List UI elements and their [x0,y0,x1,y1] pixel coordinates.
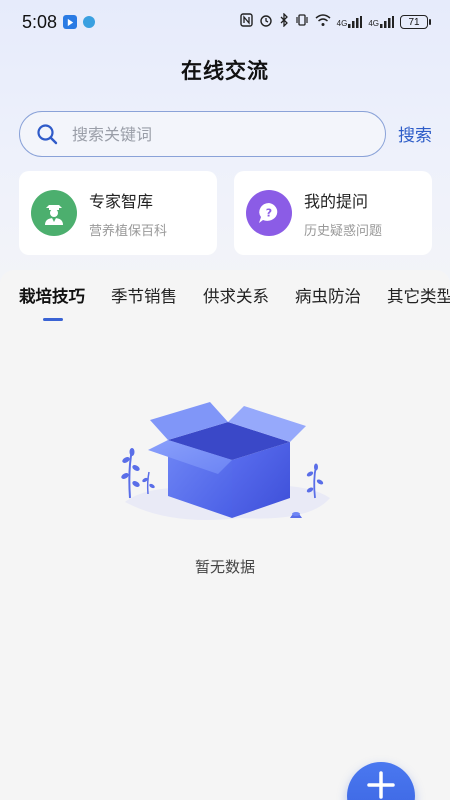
svg-text:?: ? [266,207,272,220]
tab-label: 供求关系 [203,287,269,306]
signal-label-1: 4G [336,19,348,28]
plus-icon [366,770,396,800]
vibrate-icon [295,13,309,31]
tab-label: 其它类型 [387,287,450,306]
tab-cultivation-tips[interactable]: 栽培技巧 [0,283,92,321]
nfc-icon [239,13,253,31]
empty-box-icon [110,390,340,530]
status-time: 5:08 [22,11,58,32]
empty-state-text: 暂无数据 [194,558,255,576]
card-title: 专家智库 [89,191,154,211]
content-panel [0,270,450,800]
status-bar: 5:08 4G 4G 71 [0,0,450,44]
card-subtitle: 营养植保百科 [89,223,168,239]
browser-notification-icon [83,16,96,28]
bluetooth-icon [279,12,289,31]
tab-label: 栽培技巧 [19,287,85,306]
question-chat-icon: ? [246,190,292,236]
category-tabs: 栽培技巧 季节销售 供求关系 病虫防治 其它类型 [0,283,450,323]
tab-label: 季节销售 [111,287,177,306]
page-title: 在线交流 [181,59,269,83]
tab-active-indicator [43,318,63,321]
expert-library-card[interactable]: 专家智库 营养植保百科 [19,171,217,255]
search-box[interactable] [19,111,386,157]
alarm-icon [259,13,273,31]
status-icons: 4G 4G 71 [239,12,431,31]
signal-icon-1: 4G [337,16,363,28]
card-subtitle: 历史疑惑问题 [304,223,383,239]
tab-seasonal-sales[interactable]: 季节销售 [92,283,184,311]
tab-label: 病虫防治 [295,287,361,306]
wifi-icon [315,13,331,31]
battery-icon: 71 [400,15,431,29]
signal-label-2: 4G [368,19,379,28]
app-notification-icon [63,15,78,29]
signal-icon-2: 4G [368,16,394,28]
expert-icon [31,190,77,236]
search-icon [36,123,58,145]
my-questions-card[interactable]: ? 我的提问 历史疑惑问题 [234,171,432,255]
search-button[interactable]: 搜索 [398,121,432,146]
card-title: 我的提问 [304,191,369,211]
tab-other-types[interactable]: 其它类型 [368,283,450,311]
tab-pest-control[interactable]: 病虫防治 [276,283,368,311]
battery-level: 71 [408,16,420,28]
search-input[interactable] [72,124,332,144]
tab-supply-demand[interactable]: 供求关系 [184,283,276,311]
